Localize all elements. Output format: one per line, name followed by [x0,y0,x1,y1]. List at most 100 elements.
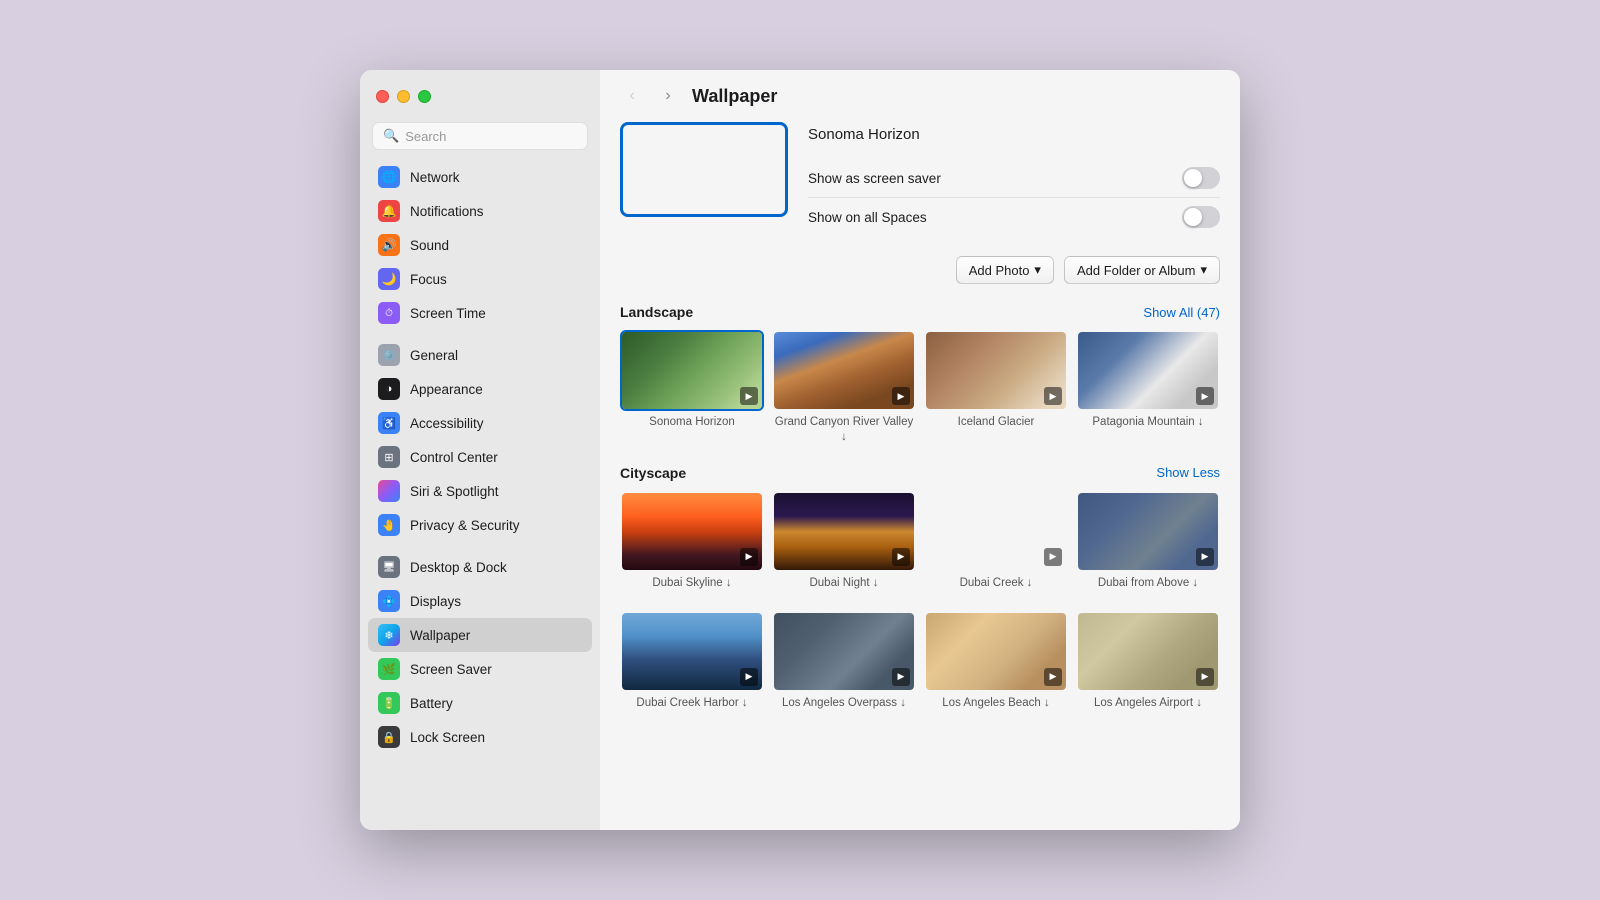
add-folder-chevron-icon: ▾ [1200,262,1207,278]
sidebar-list: 🌐 Network 🔔 Notifications 🔊 Sound 🌙 Focu… [360,160,600,830]
sidebar-item-privacy-security[interactable]: 🤚 Privacy & Security [368,508,592,542]
wallpaper-name: Sonoma Horizon [808,126,1220,143]
sidebar-item-sound-label: Sound [410,238,449,253]
sidebar-item-general[interactable]: ⚙️ General [368,338,592,372]
search-box[interactable]: 🔍 [372,122,588,150]
network-icon: 🌐 [378,166,400,188]
la-beach-caption: Los Angeles Beach ↓ [942,696,1049,711]
cityscape-section-header: Cityscape Show Less [620,465,1220,481]
add-folder-button[interactable]: Add Folder or Album ▾ [1064,256,1220,284]
close-button[interactable] [376,90,389,103]
wallpaper-item-sonoma[interactable]: ▶ Sonoma Horizon [620,330,764,445]
video-badge-sonoma: ▶ [740,387,758,405]
video-badge-dubai-night: ▶ [892,548,910,566]
dubai-above-caption: Dubai from Above ↓ [1098,576,1198,591]
wallpaper-thumb-dubai-above: ▶ [1076,491,1220,572]
sidebar-item-focus[interactable]: 🌙 Focus [368,262,592,296]
cityscape-grid-row2: ▶ Dubai Creek Harbor ↓ ▶ Los Angeles Ove… [620,611,1220,711]
video-badge-iceland: ▶ [1044,387,1062,405]
screen-time-icon: ⏱ [378,302,400,324]
sidebar-item-appearance-label: Appearance [410,382,483,397]
wallpaper-item-grand-canyon[interactable]: ▶ Grand Canyon River Valley ↓ [772,330,916,445]
sidebar-item-control-center[interactable]: ⊞ Control Center [368,440,592,474]
add-folder-label: Add Folder or Album [1077,263,1196,278]
sidebar-item-battery-label: Battery [410,696,453,711]
wallpaper-item-dubai-creek-harbor[interactable]: ▶ Dubai Creek Harbor ↓ [620,611,764,711]
wallpaper-icon: ❄ [378,624,400,646]
sidebar-item-accessibility[interactable]: ♿ Accessibility [368,406,592,440]
video-badge-dubai-creek: ▶ [1044,548,1062,566]
screensaver-toggle[interactable] [1182,167,1220,189]
wallpaper-item-iceland[interactable]: ▶ Iceland Glacier [924,330,1068,445]
cityscape-show-less-link[interactable]: Show Less [1156,465,1220,480]
back-button[interactable]: ‹ [620,84,644,108]
landscape-title: Landscape [620,304,693,320]
accessibility-icon: ♿ [378,412,400,434]
wallpaper-item-la-airport[interactable]: ▶ Los Angeles Airport ↓ [1076,611,1220,711]
maximize-button[interactable] [418,90,431,103]
sidebar-item-screen-saver[interactable]: 🌿 Screen Saver [368,652,592,686]
sidebar-item-displays[interactable]: 💠 Displays [368,584,592,618]
wallpaper-thumb-grand-canyon: ▶ [772,330,916,411]
sidebar-item-accessibility-label: Accessibility [410,416,484,431]
cityscape-grid-row1: ▶ Dubai Skyline ↓ ▶ Dubai Night ↓ [620,491,1220,591]
back-icon: ‹ [629,87,634,105]
patagonia-caption: Patagonia Mountain ↓ [1092,415,1203,430]
wallpaper-options: Sonoma Horizon Show as screen saver Show… [808,122,1220,236]
sidebar-item-displays-label: Displays [410,594,461,609]
add-photo-button[interactable]: Add Photo ▾ [956,256,1054,284]
titlebar [360,70,600,122]
main-content: Sonoma Horizon Show as screen saver Show… [600,122,1240,830]
control-center-icon: ⊞ [378,446,400,468]
notifications-icon: 🔔 [378,200,400,222]
sonoma-caption: Sonoma Horizon [649,415,735,430]
sidebar-item-battery[interactable]: 🔋 Battery [368,686,592,720]
sidebar: 🔍 🌐 Network 🔔 Notifications 🔊 Sound 🌙 [360,70,600,830]
main-panel: ‹ › Wallpaper Sonoma Horizon Show as scr… [600,70,1240,830]
displays-icon: 💠 [378,590,400,612]
page-title: Wallpaper [692,86,777,107]
sidebar-item-notifications[interactable]: 🔔 Notifications [368,194,592,228]
wallpaper-thumb-sonoma: ▶ [620,330,764,411]
wallpaper-item-la-overpass[interactable]: ▶ Los Angeles Overpass ↓ [772,611,916,711]
video-badge-la-overpass: ▶ [892,668,910,686]
spaces-toggle[interactable] [1182,206,1220,228]
dubai-night-caption: Dubai Night ↓ [809,576,878,591]
sidebar-item-network[interactable]: 🌐 Network [368,160,592,194]
sidebar-item-appearance[interactable]: ◑ Appearance [368,372,592,406]
iceland-caption: Iceland Glacier [958,415,1035,430]
current-wallpaper-preview [620,122,788,217]
lock-screen-icon: 🔒 [378,726,400,748]
search-input[interactable] [405,129,577,144]
cityscape-title: Cityscape [620,465,686,481]
wallpaper-item-patagonia[interactable]: ▶ Patagonia Mountain ↓ [1076,330,1220,445]
wallpaper-item-la-beach[interactable]: ▶ Los Angeles Beach ↓ [924,611,1068,711]
sidebar-item-sound[interactable]: 🔊 Sound [368,228,592,262]
sidebar-item-screen-time-label: Screen Time [410,306,486,321]
sidebar-item-desktop-label: Desktop & Dock [410,560,507,575]
forward-button[interactable]: › [656,84,680,108]
spaces-label: Show on all Spaces [808,210,927,225]
settings-window: 🔍 🌐 Network 🔔 Notifications 🔊 Sound 🌙 [360,70,1240,830]
wallpaper-thumb-la-overpass: ▶ [772,611,916,692]
wallpaper-thumb-la-beach: ▶ [924,611,1068,692]
sidebar-item-desktop-dock[interactable]: 🖥 Desktop & Dock [368,550,592,584]
privacy-icon: 🤚 [378,514,400,536]
wallpaper-item-dubai-skyline[interactable]: ▶ Dubai Skyline ↓ [620,491,764,591]
sidebar-item-siri-spotlight[interactable]: Siri & Spotlight [368,474,592,508]
wallpaper-item-dubai-above[interactable]: ▶ Dubai from Above ↓ [1076,491,1220,591]
minimize-button[interactable] [397,90,410,103]
wallpaper-thumb-dubai-creek-harbor: ▶ [620,611,764,692]
wallpaper-thumb-patagonia: ▶ [1076,330,1220,411]
sidebar-item-lock-screen[interactable]: 🔒 Lock Screen [368,720,592,754]
wallpaper-thumb-iceland: ▶ [924,330,1068,411]
video-badge-grand-canyon: ▶ [892,387,910,405]
sidebar-item-screen-time[interactable]: ⏱ Screen Time [368,296,592,330]
landscape-show-all-link[interactable]: Show All (47) [1143,305,1220,320]
wallpaper-item-dubai-creek[interactable]: ▶ Dubai Creek ↓ [924,491,1068,591]
wallpaper-item-dubai-night[interactable]: ▶ Dubai Night ↓ [772,491,916,591]
screensaver-toggle-row: Show as screen saver [808,159,1220,198]
landscape-section-header: Landscape Show All (47) [620,304,1220,320]
sidebar-item-siri-label: Siri & Spotlight [410,484,499,499]
sidebar-item-wallpaper[interactable]: ❄ Wallpaper [368,618,592,652]
